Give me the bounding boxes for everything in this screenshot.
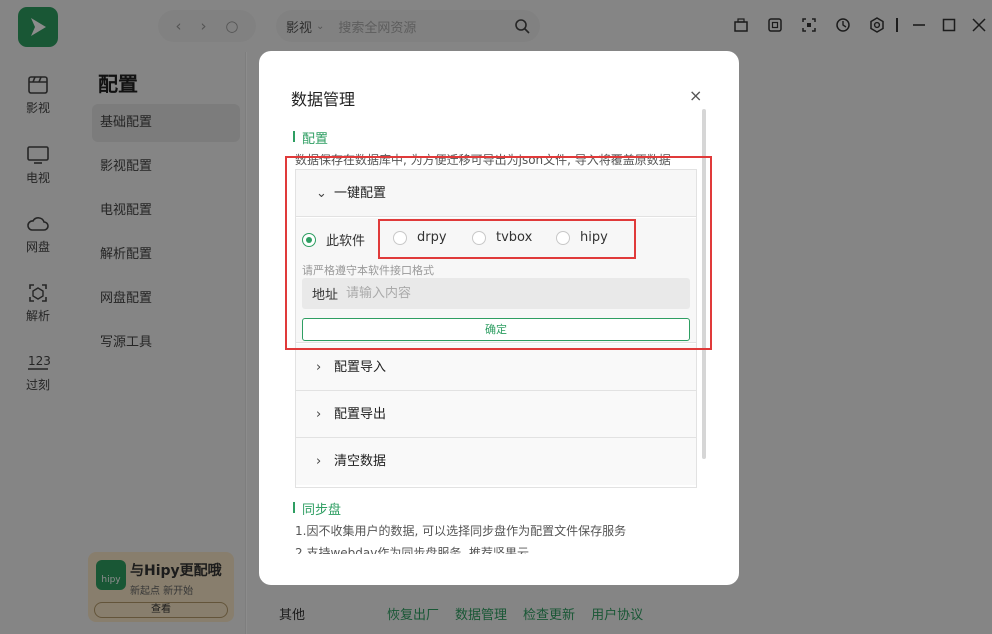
section-sync-text: 同步盘 xyxy=(302,503,342,518)
accordion-label: 配置导出 xyxy=(334,407,387,422)
chevron-right-icon: › xyxy=(316,454,322,469)
chevron-right-icon: › xyxy=(316,407,322,422)
dialog-title: 数据管理 xyxy=(291,90,356,109)
section-config-label: 配置 xyxy=(292,128,329,147)
accordion-clear[interactable]: › 清空数据 xyxy=(296,438,696,485)
accordion-label: 清空数据 xyxy=(334,454,387,469)
close-icon[interactable]: × xyxy=(689,86,702,105)
accordion-label: 配置导入 xyxy=(334,360,387,375)
chevron-right-icon: › xyxy=(316,360,322,375)
sync-line-2: 2.支持webdav作为同步盘服务, 推荐坚果云 xyxy=(295,546,529,554)
section-config-text: 配置 xyxy=(302,132,329,147)
highlight-box-sources xyxy=(378,219,636,259)
sync-line-1: 1.因不收集用户的数据, 可以选择同步盘作为配置文件保存服务 xyxy=(295,524,627,538)
accordion-import[interactable]: › 配置导入 xyxy=(296,344,696,391)
accordion-export[interactable]: › 配置导出 xyxy=(296,391,696,438)
section-sync-label: 同步盘 xyxy=(292,499,342,518)
